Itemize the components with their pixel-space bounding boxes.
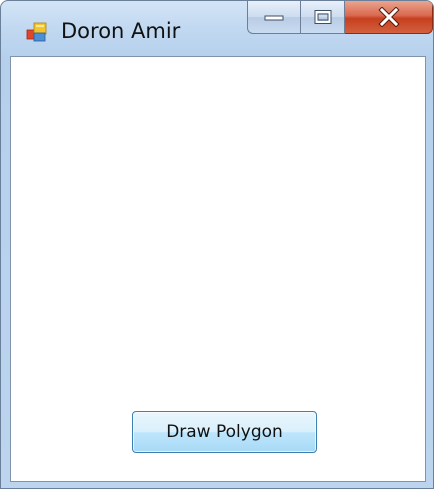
maximize-icon <box>314 10 331 24</box>
minimize-icon <box>264 15 284 21</box>
window-title: Doron Amir <box>61 19 181 43</box>
close-button[interactable] <box>345 1 433 34</box>
caption-buttons <box>247 1 433 34</box>
app-icon[interactable] <box>26 21 48 43</box>
maximize-button[interactable] <box>301 1 345 34</box>
title-bar[interactable]: Doron Amir <box>1 1 433 55</box>
close-icon <box>377 7 400 27</box>
minimize-button[interactable] <box>247 1 301 34</box>
app-window: Doron Amir Draw Polygon <box>0 0 434 489</box>
draw-polygon-button[interactable]: Draw Polygon <box>132 411 317 453</box>
form-client-area[interactable]: Draw Polygon <box>10 56 426 482</box>
